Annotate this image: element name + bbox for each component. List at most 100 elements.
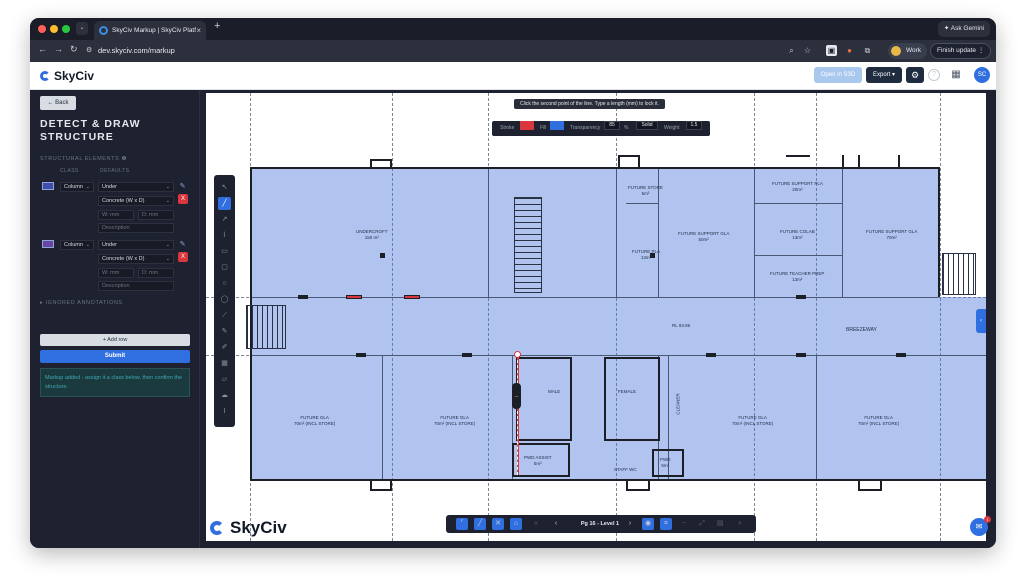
- room-label-staff-wc: STAFF WC: [614, 467, 637, 472]
- element-color-swatch[interactable]: [42, 182, 54, 190]
- bookmark-star-icon[interactable]: ☆: [802, 45, 813, 56]
- next-page-icon[interactable]: ›: [624, 518, 636, 530]
- edit-pencil-icon[interactable]: ✎: [178, 240, 187, 249]
- extension-icon[interactable]: ▣: [826, 45, 837, 56]
- profile-avatar: [891, 46, 901, 56]
- user-avatar[interactable]: SC: [974, 67, 990, 83]
- line-tool-icon[interactable]: ╱: [218, 197, 231, 210]
- tab-close-icon[interactable]: ×: [196, 21, 201, 40]
- cancel-icon[interactable]: ✕: [492, 518, 504, 530]
- support-select[interactable]: Under ⌄: [98, 240, 174, 250]
- open-in-s3d-button[interactable]: Open in S3D: [814, 67, 862, 83]
- delete-row-button[interactable]: X: [178, 194, 188, 204]
- corner-tool-icon[interactable]: ⌜: [456, 518, 468, 530]
- depth-input[interactable]: D: mm: [138, 210, 174, 220]
- width-input[interactable]: W: mm: [98, 210, 134, 220]
- add-row-button[interactable]: + Add row: [40, 334, 190, 346]
- rounded-rect-tool-icon[interactable]: ▢: [218, 261, 231, 274]
- room-label-breezeway: BREEZEWAY: [846, 327, 877, 333]
- class-select[interactable]: Column ⌄: [60, 182, 94, 192]
- site-settings-icon[interactable]: ⚙: [86, 46, 92, 54]
- rectangle-tool-icon[interactable]: ▭: [218, 245, 231, 258]
- prev-page-icon[interactable]: ‹: [550, 518, 562, 530]
- table-tool-icon[interactable]: ▦: [218, 357, 231, 370]
- comment-tool-icon[interactable]: ▱: [218, 373, 231, 386]
- ellipse-tool-icon[interactable]: ◯: [218, 293, 231, 306]
- select-tool-icon[interactable]: ↖: [218, 181, 231, 194]
- zoom-in-icon[interactable]: ⌕: [734, 518, 746, 530]
- browser-window: ⌄ SkyCiv Markup | SkyCiv Platf × + ✦ Ask…: [30, 18, 996, 548]
- page-title: DETECT & DRAW STRUCTURE: [40, 118, 141, 143]
- arrow-tool-icon[interactable]: ↗: [218, 213, 231, 226]
- tab-search-icon[interactable]: ⌄: [76, 22, 88, 35]
- ignored-annotations-toggle[interactable]: ▸ IGNORED ANNOTATIONS: [40, 300, 123, 306]
- measure-tool-icon[interactable]: ⟋: [218, 309, 231, 322]
- material-select[interactable]: Concrete (W x D) ⌄: [98, 254, 174, 264]
- weight-input[interactable]: 1.5: [686, 121, 702, 130]
- floor-plan-drawing[interactable]: — UNDERCROFT 150 m² FUTURE STORE 5m² FUTUR…: [206, 93, 986, 541]
- settings-gear-icon[interactable]: ⚙: [906, 67, 924, 83]
- polyline-tool-icon[interactable]: ⌇: [218, 229, 231, 242]
- fill-color-picker[interactable]: [550, 121, 564, 130]
- visibility-eye-icon[interactable]: ◉: [642, 518, 654, 530]
- delete-row-button[interactable]: X: [178, 252, 188, 262]
- browser-tab[interactable]: SkyCiv Markup | SkyCiv Platf ×: [94, 21, 206, 40]
- first-page-icon[interactable]: «: [530, 518, 542, 530]
- extension-2-icon[interactable]: ●: [844, 45, 855, 56]
- markup-region[interactable]: [250, 169, 940, 297]
- room-label-male: MALE: [548, 389, 561, 394]
- zoom-out-icon[interactable]: −: [678, 518, 690, 530]
- close-window-icon[interactable]: [38, 25, 46, 33]
- help-icon[interactable]: ?: [928, 69, 940, 81]
- finish-update-button[interactable]: Finish update ⋮: [930, 43, 992, 59]
- profile-button[interactable]: Work: [888, 43, 928, 59]
- export-button[interactable]: Export ▾: [866, 67, 902, 83]
- description-input[interactable]: Description: [98, 223, 174, 233]
- extensions-puzzle-icon[interactable]: ⧉: [862, 45, 873, 56]
- cloud-tool-icon[interactable]: ☁: [218, 389, 231, 402]
- side-panel-toggle[interactable]: ‹: [976, 309, 986, 333]
- class-select[interactable]: Column ⌄: [60, 240, 94, 250]
- element-color-swatch[interactable]: [42, 240, 54, 248]
- circle-tool-icon[interactable]: ○: [218, 277, 231, 290]
- text-tool-icon[interactable]: I: [218, 405, 231, 418]
- page-selector[interactable]: Pg 16 - Level 1: [570, 515, 630, 533]
- room-label-gla-3: FUTURE GLA 70m² (INCL STORE): [732, 415, 774, 426]
- apps-grid-icon[interactable]: ▦: [950, 69, 962, 81]
- line-style-select[interactable]: Solid: [636, 121, 658, 130]
- info-message: Markup added - assign it a class below, …: [40, 368, 190, 397]
- stroke-color-picker[interactable]: [520, 121, 534, 130]
- room-label-future-colab: FUTURE COLAB 13m²: [780, 229, 815, 240]
- depth-input[interactable]: D: mm: [138, 268, 174, 278]
- pen-tool-icon[interactable]: ✎: [218, 325, 231, 338]
- description-input[interactable]: Description: [98, 281, 174, 291]
- reload-icon[interactable]: ↻: [70, 44, 78, 55]
- width-input[interactable]: W: mm: [98, 268, 134, 278]
- new-tab-button[interactable]: +: [214, 20, 220, 32]
- level-marker: RL 93.85: [672, 323, 691, 328]
- detect-icon[interactable]: ⌂: [510, 518, 522, 530]
- zoom-icon[interactable]: ⌕: [786, 45, 797, 56]
- back-nav-icon[interactable]: ←: [38, 44, 47, 54]
- url-field[interactable]: dev.skyciv.com/markup: [98, 44, 175, 58]
- layers-icon[interactable]: ▤: [714, 518, 726, 530]
- material-select[interactable]: Concrete (W x D) ⌄: [98, 196, 174, 206]
- minimize-window-icon[interactable]: [50, 25, 58, 33]
- submit-button[interactable]: Submit: [40, 350, 190, 363]
- markup-region[interactable]: [250, 297, 986, 355]
- highlighter-tool-icon[interactable]: ✐: [218, 341, 231, 354]
- maximize-window-icon[interactable]: [62, 25, 70, 33]
- forward-nav-icon[interactable]: →: [54, 44, 63, 54]
- markup-canvas[interactable]: — UNDERCROFT 150 m² FUTURE STORE 5m² FUTUR…: [200, 90, 996, 548]
- transparency-input[interactable]: 85: [604, 121, 620, 130]
- skyciv-logo[interactable]: SkyCiv: [40, 68, 94, 84]
- draw-line-icon[interactable]: ╱: [474, 518, 486, 530]
- support-select[interactable]: Under ⌄: [98, 182, 174, 192]
- back-button[interactable]: ← Back: [40, 96, 76, 110]
- ask-gemini-button[interactable]: ✦ Ask Gemini: [937, 21, 990, 37]
- room-label-pwd: PWD 5m²: [660, 457, 671, 468]
- edit-pencil-icon[interactable]: ✎: [178, 182, 187, 191]
- fit-icon[interactable]: ⤢: [696, 518, 708, 530]
- grid-snap-icon[interactable]: ⌗: [660, 518, 672, 530]
- weight-label: Weight: [664, 125, 680, 131]
